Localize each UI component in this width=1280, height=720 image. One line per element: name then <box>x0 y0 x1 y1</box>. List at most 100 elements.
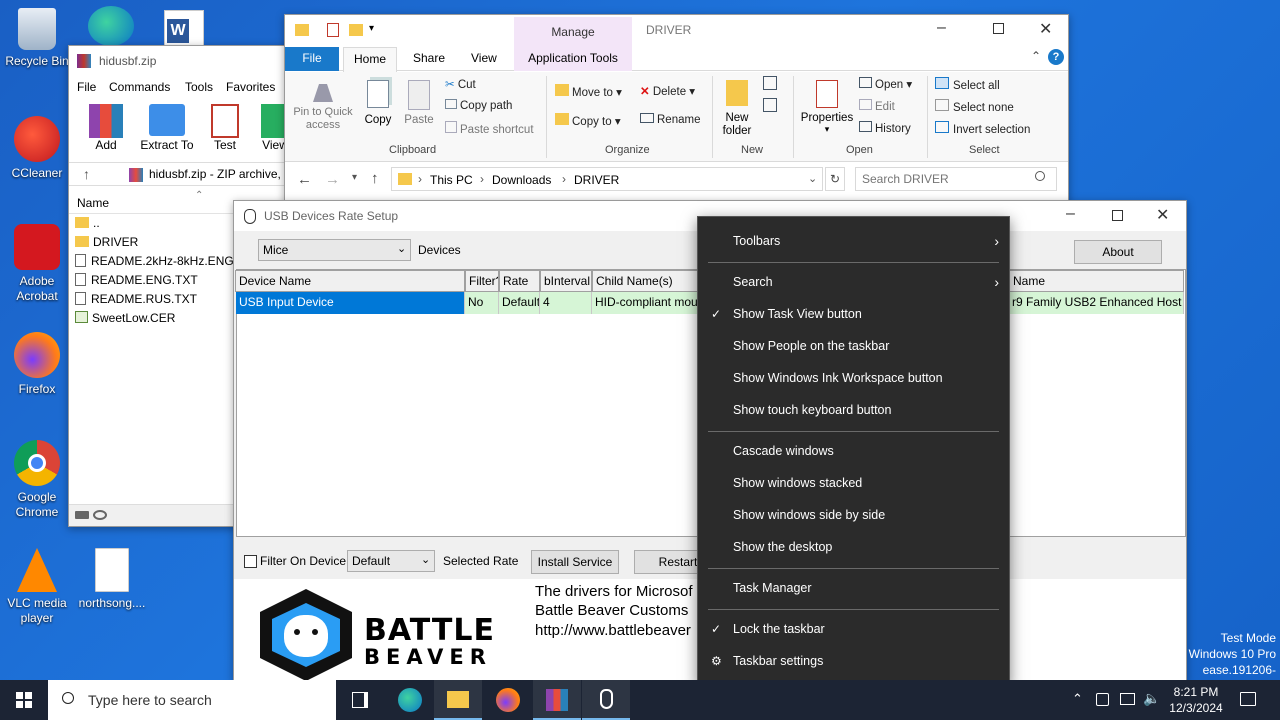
breadcrumb-downloads[interactable]: Downloads <box>492 173 551 187</box>
help-icon[interactable]: ? <box>1048 49 1064 65</box>
breadcrumb-this-pc[interactable]: This PC <box>430 173 473 187</box>
properties-button[interactable]: Properties ▾ <box>799 80 855 135</box>
list-item[interactable]: README.RUS.TXT <box>75 292 197 311</box>
list-item[interactable]: .. <box>75 216 100 235</box>
menu-item-show-ink-workspace[interactable]: Show Windows Ink Workspace button <box>699 363 1009 393</box>
explorer-window[interactable]: ▾ Manage DRIVER – ✕ File Home Share View… <box>284 14 1069 204</box>
paste-shortcut-button[interactable]: Paste shortcut <box>445 121 534 136</box>
menu-item-lock-taskbar[interactable]: ✓ Lock the taskbar <box>699 614 1009 644</box>
list-item[interactable]: DRIVER <box>75 235 138 254</box>
install-service-button[interactable]: Install Service <box>531 550 619 574</box>
taskbar-usb-rate[interactable] <box>582 680 630 720</box>
cell-parent-name[interactable]: r9 Family USB2 Enhanced Host Con <box>1009 292 1184 314</box>
menu-item-task-manager[interactable]: Task Manager <box>699 573 1009 603</box>
move-to-button[interactable]: Move to ▾ <box>555 84 622 99</box>
tab-home[interactable]: Home <box>343 47 397 72</box>
address-dropdown-icon[interactable]: ⌄ <box>808 172 817 185</box>
maximize-button[interactable] <box>1112 210 1123 221</box>
menu-item-toolbars[interactable]: Toolbars › <box>699 226 1009 256</box>
word-desktop-icon[interactable]: W <box>164 10 204 50</box>
copy-path-button[interactable]: Copy path <box>445 99 512 112</box>
desktop-icon-firefox[interactable]: Firefox <box>0 332 74 397</box>
col-header-rate[interactable]: Rate <box>499 270 540 292</box>
menu-item-show-task-view[interactable]: ✓ Show Task View button <box>699 299 1009 329</box>
network-icon[interactable] <box>1120 693 1135 705</box>
history-button[interactable]: History <box>859 121 911 135</box>
recent-dropdown-icon[interactable]: ▾ <box>352 172 357 183</box>
taskbar-file-explorer[interactable] <box>434 680 482 720</box>
cut-button[interactable]: ✂ Cut <box>445 77 476 91</box>
tab-file[interactable]: File <box>285 47 339 71</box>
properties-qa-icon[interactable] <box>327 23 339 37</box>
tab-view[interactable]: View <box>471 51 497 65</box>
desktop-icon-ccleaner[interactable]: CCleaner <box>0 116 74 181</box>
menu-item-show-people[interactable]: Show People on the taskbar <box>699 331 1009 361</box>
breadcrumb-driver[interactable]: DRIVER <box>574 173 619 187</box>
close-button[interactable]: ✕ <box>1039 19 1052 39</box>
volume-icon[interactable]: 🔈 <box>1143 690 1160 707</box>
select-all-button[interactable]: Select all <box>935 77 1000 92</box>
list-item[interactable]: SweetLow.CER <box>75 311 175 330</box>
task-view-button[interactable] <box>336 680 384 720</box>
notification-icon[interactable] <box>1240 692 1256 706</box>
desktop-icon-chrome[interactable]: Google Chrome <box>0 440 74 520</box>
clock[interactable]: 8:21 PM 12/3/2024 <box>1162 684 1230 716</box>
taskbar-winrar[interactable] <box>533 680 581 720</box>
up-arrow-icon[interactable]: ↑ <box>371 170 379 187</box>
menu-item-show-touch-keyboard[interactable]: Show touch keyboard button <box>699 395 1009 425</box>
forward-arrow-icon[interactable]: → <box>325 171 340 188</box>
cell-child-names[interactable]: HID-compliant mouse <box>592 292 698 314</box>
copy-button[interactable]: Copy <box>360 80 396 126</box>
tab-share[interactable]: Share <box>413 51 445 65</box>
taskbar-firefox[interactable] <box>484 680 532 720</box>
about-button[interactable]: About <box>1074 240 1162 264</box>
col-header-child-names[interactable]: Child Name(s) <box>592 270 698 292</box>
menu-item-show-desktop[interactable]: Show the desktop <box>699 532 1009 562</box>
device-icon[interactable] <box>1096 693 1109 706</box>
open-button[interactable]: Open ▾ <box>859 77 912 91</box>
col-header-filter[interactable]: Filter? <box>465 270 499 292</box>
cell-rate[interactable]: Default <box>499 292 540 314</box>
qa-dropdown-icon[interactable]: ▾ <box>369 23 374 34</box>
menu-favorites[interactable]: Favorites <box>226 80 275 94</box>
tool-extract-to[interactable]: Extract To <box>135 104 199 152</box>
new-folder-button[interactable]: New folder <box>717 80 757 138</box>
cell-binterval[interactable]: 4 <box>540 292 592 314</box>
minimize-button[interactable]: – <box>1066 205 1075 223</box>
menu-commands[interactable]: Commands <box>109 80 170 94</box>
copy-to-button[interactable]: Copy to ▾ <box>555 113 621 128</box>
new-item-icon[interactable] <box>763 76 777 90</box>
menu-item-search[interactable]: Search › <box>699 267 1009 297</box>
show-hidden-icons[interactable]: ⌃ <box>1072 691 1083 707</box>
select-none-button[interactable]: Select none <box>935 99 1014 114</box>
edit-button[interactable]: Edit <box>859 99 895 113</box>
desktop-icon-adobe-acrobat[interactable]: Adobe Acrobat <box>0 224 74 304</box>
list-item[interactable]: README.ENG.TXT <box>75 273 198 292</box>
new-folder-qa-icon[interactable] <box>349 24 363 36</box>
menu-item-taskbar-settings[interactable]: ⚙ Taskbar settings <box>699 646 1009 676</box>
tool-test[interactable]: Test <box>205 104 245 152</box>
invert-selection-button[interactable]: Invert selection <box>935 121 1030 136</box>
filter-on-device-checkbox[interactable] <box>244 555 257 568</box>
easy-access-icon[interactable] <box>763 98 777 112</box>
rename-button[interactable]: Rename <box>640 113 700 126</box>
back-arrow-icon[interactable]: ← <box>297 171 312 188</box>
search-input[interactable] <box>855 167 1057 191</box>
menu-file[interactable]: File <box>77 80 96 94</box>
explorer-titlebar[interactable]: ▾ Manage DRIVER – ✕ <box>285 15 1068 47</box>
edge-desktop-icon[interactable] <box>88 6 134 46</box>
start-button[interactable] <box>0 680 48 720</box>
desktop-icon-northsong[interactable]: northsong.... <box>75 548 149 611</box>
maximize-button[interactable] <box>993 23 1004 34</box>
menu-item-windows-stacked[interactable]: Show windows stacked <box>699 468 1009 498</box>
close-button[interactable]: ✕ <box>1156 205 1169 225</box>
device-type-select[interactable]: Mice ⌄ <box>258 239 411 261</box>
delete-button[interactable]: ✕ Delete ▾ <box>640 84 695 98</box>
cell-device-name[interactable]: USB Input Device <box>236 292 465 314</box>
col-header-parent-name[interactable]: Name <box>1009 270 1184 292</box>
desktop-icon-recycle-bin[interactable]: Recycle Bin <box>0 8 74 69</box>
search-icon[interactable] <box>1035 171 1045 181</box>
winrar-path-bar[interactable]: ↑ hidusbf.zip - ZIP archive, u <box>69 162 307 186</box>
refresh-button[interactable]: ↻ <box>825 167 845 191</box>
col-header-device-name[interactable]: Device Name <box>235 270 465 292</box>
